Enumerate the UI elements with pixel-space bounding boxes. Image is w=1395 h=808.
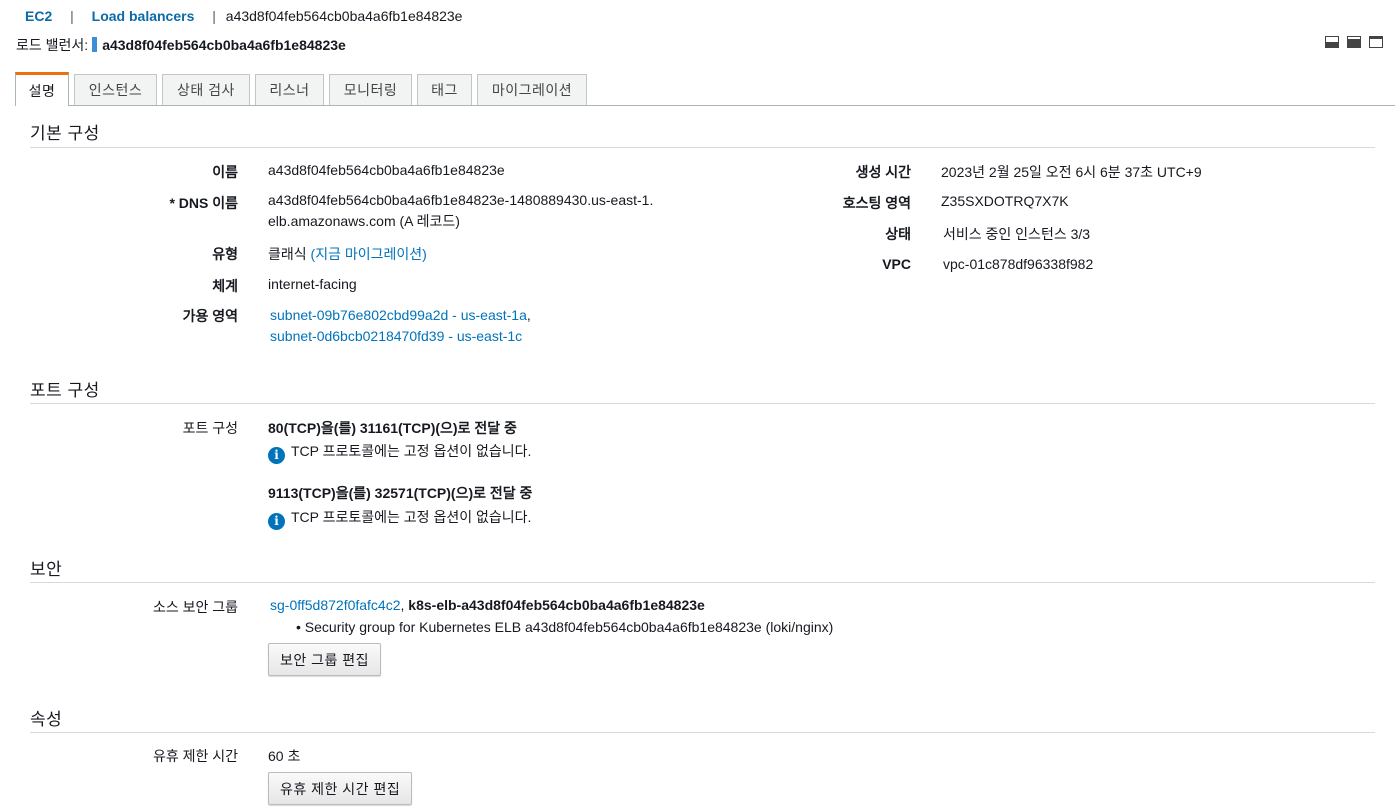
dns-value: a43d8f04feb564cb0ba4a6fb1e84823e-1480889… xyxy=(268,192,654,229)
source-sg-label: 소스 보안 그룹 xyxy=(152,599,238,615)
az-list-item: subnet-0d6bcb0218470fd39 - us-east-1c xyxy=(270,328,522,344)
section-title-ports: 포트 구성 xyxy=(30,381,100,400)
edit-security-groups-button[interactable]: 보안 그룹 편집 xyxy=(268,643,382,676)
subnet-link-1c[interactable]: subnet-0d6bcb0218470fd39 - us-east-1c xyxy=(270,328,522,344)
layout-full-icon[interactable] xyxy=(1369,36,1383,48)
tab-instances[interactable]: 인스턴스 xyxy=(74,74,157,105)
tab-health-check[interactable]: 상태 검사 xyxy=(162,74,250,105)
breadcrumb-separator: | xyxy=(70,8,74,24)
hosted-zone-value: Z35SXDOTRQ7X7K xyxy=(941,193,1069,209)
az-list-item: subnet-09b76e802cbd99a2d - us-east-1a, xyxy=(270,307,531,323)
tab-monitoring[interactable]: 모니터링 xyxy=(329,74,412,105)
sg-comma: , xyxy=(400,597,405,613)
tab-migration[interactable]: 마이그레이션 xyxy=(477,74,587,105)
tab-tags[interactable]: 태그 xyxy=(417,74,472,105)
breadcrumb-current: a43d8f04feb564cb0ba4a6fb1e84823e xyxy=(225,8,463,24)
security-group-row: sg-0ff5d872f0fafc4c2, k8s-elb-a43d8f04fe… xyxy=(270,597,705,613)
type-value: 클래식 xyxy=(268,246,307,262)
section-title-attributes: 속성 xyxy=(30,710,63,729)
page-title-name: a43d8f04feb564cb0ba4a6fb1e84823e xyxy=(102,37,346,53)
scheme-value: internet-facing xyxy=(268,276,357,292)
vpc-label: VPC xyxy=(882,256,911,272)
port-config-label: 포트 구성 xyxy=(182,420,238,436)
hosted-zone-label: 호스팅 영역 xyxy=(842,195,911,211)
migrate-now-link[interactable]: (지금 마이그레이션) xyxy=(311,246,427,262)
port-note-2: i TCP 프로토콜에는 고정 옵션이 없습니다. xyxy=(268,507,531,530)
dns-label: * DNS 이름 xyxy=(169,195,238,211)
status-link[interactable]: 서비스 중인 인스턴스 3/3 xyxy=(943,224,1090,244)
page-title-label: 로드 밸런서: xyxy=(16,37,89,53)
title-marker xyxy=(92,37,98,52)
security-group-name: k8s-elb-a43d8f04feb564cb0ba4a6fb1e84823e xyxy=(408,597,705,613)
scheme-label: 체계 xyxy=(212,278,238,294)
edit-idle-timeout-button[interactable]: 유휴 제한 시간 편집 xyxy=(268,772,413,805)
idle-timeout-value: 60 초 xyxy=(268,748,301,764)
breadcrumb-separator: | xyxy=(212,8,216,24)
tab-bar: 설명 인스턴스 상태 검사 리스너 모니터링 태그 마이그레이션 xyxy=(15,72,1395,106)
name-value: a43d8f04feb564cb0ba4a6fb1e84823e xyxy=(268,162,505,178)
subnet-link-1a[interactable]: subnet-09b76e802cbd99a2d - us-east-1a xyxy=(270,307,527,323)
tab-listeners[interactable]: 리스너 xyxy=(255,74,324,105)
port-note-2-text: TCP 프로토콜에는 고정 옵션이 없습니다. xyxy=(291,509,532,525)
layout-bottom-icon[interactable] xyxy=(1325,36,1339,48)
section-title-security: 보안 xyxy=(30,560,63,579)
security-group-description: • Security group for Kubernetes ELB a43d… xyxy=(296,619,834,635)
info-icon: i xyxy=(268,512,285,530)
tab-description[interactable]: 설명 xyxy=(15,72,69,106)
layout-controls xyxy=(1325,36,1383,48)
section-title-basic: 기본 구성 xyxy=(30,124,100,143)
port-note-1-text: TCP 프로토콜에는 고정 옵션이 없습니다. xyxy=(291,443,532,459)
vpc-link[interactable]: vpc-01c878df96338f982 xyxy=(943,256,1093,272)
security-group-link[interactable]: sg-0ff5d872f0fafc4c2 xyxy=(270,597,401,613)
page-title: 로드 밸런서: a43d8f04feb564cb0ba4a6fb1e84823e xyxy=(16,35,346,55)
divider xyxy=(30,732,1375,733)
divider xyxy=(30,403,1375,404)
idle-timeout-label: 유휴 제한 시간 xyxy=(152,748,238,764)
info-icon: i xyxy=(268,446,285,464)
status-label: 상태 xyxy=(885,226,911,242)
az-comma: , xyxy=(526,307,531,323)
divider xyxy=(30,582,1375,583)
breadcrumb: EC2 | Load balancers | a43d8f04feb564cb0… xyxy=(25,8,462,24)
port-rule-2: 9113(TCP)을(를) 32571(TCP)(으)로 전달 중 xyxy=(268,485,533,501)
az-label: 가용 영역 xyxy=(182,308,238,324)
created-value: 2023년 2월 25일 오전 6시 6분 37초 UTC+9 xyxy=(941,164,1202,180)
type-value-group: 클래식 (지금 마이그레이션) xyxy=(268,244,427,264)
layout-split-icon[interactable] xyxy=(1347,36,1361,48)
breadcrumb-load-balancers-link[interactable]: Load balancers xyxy=(92,8,195,24)
name-label: 이름 xyxy=(212,164,238,180)
port-rule-1: 80(TCP)을(를) 31161(TCP)(으)로 전달 중 xyxy=(268,420,517,436)
type-label: 유형 xyxy=(212,246,238,262)
divider xyxy=(30,147,1375,148)
created-label: 생성 시간 xyxy=(855,164,911,180)
port-note-1: i TCP 프로토콜에는 고정 옵션이 없습니다. xyxy=(268,441,531,464)
breadcrumb-ec2-link[interactable]: EC2 xyxy=(25,8,52,24)
